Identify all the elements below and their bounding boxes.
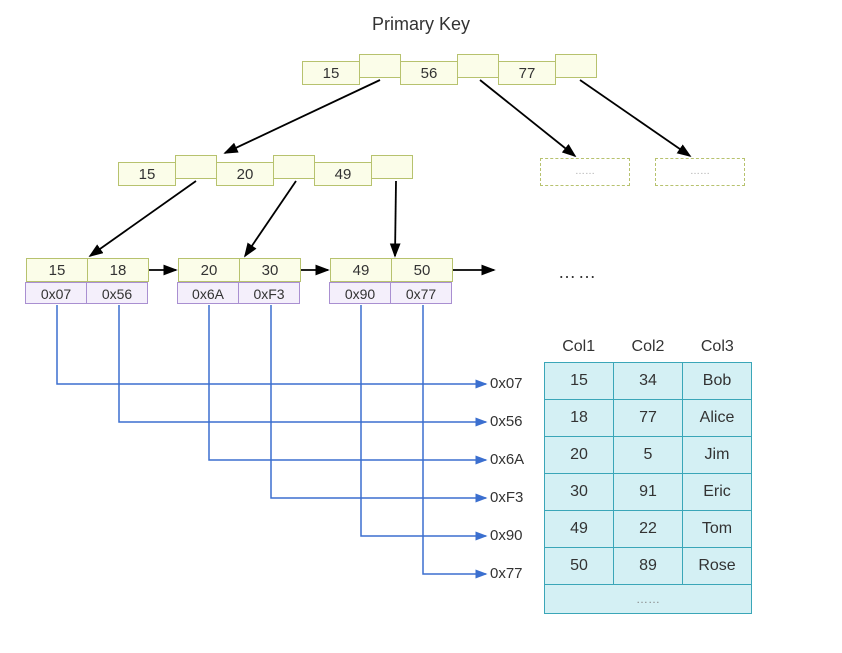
cell: 20: [545, 437, 614, 474]
row-addr-0: 0x07: [490, 375, 523, 392]
table-row-ellipsis: ……: [545, 585, 752, 614]
leaf0-ptr-0: 0x07: [25, 282, 87, 304]
cell: 50: [545, 548, 614, 585]
row-addr-1: 0x56: [490, 413, 523, 430]
placeholder-node-1: ……: [540, 158, 630, 186]
leaf-node-1: 20 30 0x6A 0xF3: [178, 258, 301, 304]
internal-gap-2: [371, 155, 413, 179]
cell: Eric: [683, 474, 752, 511]
root-gap-2: [555, 54, 597, 78]
internal-key-2: 49: [314, 162, 372, 186]
placeholder-node-2: ……: [655, 158, 745, 186]
cell: 34: [614, 363, 683, 400]
leaf1-ptr-0: 0x6A: [177, 282, 239, 304]
cell: 5: [614, 437, 683, 474]
leaf-ellipsis: ……: [558, 262, 598, 283]
root-key-1: 56: [400, 61, 458, 85]
table-row: 5089Rose: [545, 548, 752, 585]
cell: Tom: [683, 511, 752, 548]
col-header-0: Col1: [544, 338, 613, 362]
row-addr-2: 0x6A: [490, 451, 524, 468]
leaf2-ptr-0: 0x90: [329, 282, 391, 304]
cell: Jim: [683, 437, 752, 474]
table-row: 1534Bob: [545, 363, 752, 400]
cell: 18: [545, 400, 614, 437]
cell: Alice: [683, 400, 752, 437]
cell: 77: [614, 400, 683, 437]
leaf0-key-1: 18: [87, 258, 149, 282]
leaf0-key-0: 15: [26, 258, 88, 282]
table-row: 4922Tom: [545, 511, 752, 548]
leaf-node-0: 15 18 0x07 0x56: [26, 258, 149, 304]
internal-key-1: 20: [216, 162, 274, 186]
table-row: 3091Eric: [545, 474, 752, 511]
internal-key-0: 15: [118, 162, 176, 186]
diagram-title: Primary Key: [0, 14, 842, 35]
cell: Bob: [683, 363, 752, 400]
cell: 91: [614, 474, 683, 511]
internal-gap-0: [175, 155, 217, 179]
root-key-2: 77: [498, 61, 556, 85]
leaf2-ptr-1: 0x77: [390, 282, 452, 304]
col-header-1: Col2: [613, 338, 682, 362]
leaf2-key-1: 50: [391, 258, 453, 282]
data-table: Col1 Col2 Col3 1534Bob 1877Alice 205Jim …: [544, 338, 752, 614]
cell: 49: [545, 511, 614, 548]
col-header-2: Col3: [683, 338, 752, 362]
table-row: 1877Alice: [545, 400, 752, 437]
row-addr-5: 0x77: [490, 565, 523, 582]
cell: 30: [545, 474, 614, 511]
cell: 89: [614, 548, 683, 585]
internal-gap-1: [273, 155, 315, 179]
leaf1-key-0: 20: [178, 258, 240, 282]
root-gap-1: [457, 54, 499, 78]
table-footer: ……: [545, 585, 752, 614]
root-key-0: 15: [302, 61, 360, 85]
root-node: 15 56 77: [302, 54, 597, 85]
row-addr-3: 0xF3: [490, 489, 523, 506]
cell: 22: [614, 511, 683, 548]
cell: 15: [545, 363, 614, 400]
cell: Rose: [683, 548, 752, 585]
leaf-node-2: 49 50 0x90 0x77: [330, 258, 453, 304]
leaf1-ptr-1: 0xF3: [238, 282, 300, 304]
internal-node: 15 20 49: [118, 155, 413, 186]
leaf0-ptr-1: 0x56: [86, 282, 148, 304]
row-addr-4: 0x90: [490, 527, 523, 544]
leaf1-key-1: 30: [239, 258, 301, 282]
root-gap-0: [359, 54, 401, 78]
leaf2-key-0: 49: [330, 258, 392, 282]
table-row: 205Jim: [545, 437, 752, 474]
